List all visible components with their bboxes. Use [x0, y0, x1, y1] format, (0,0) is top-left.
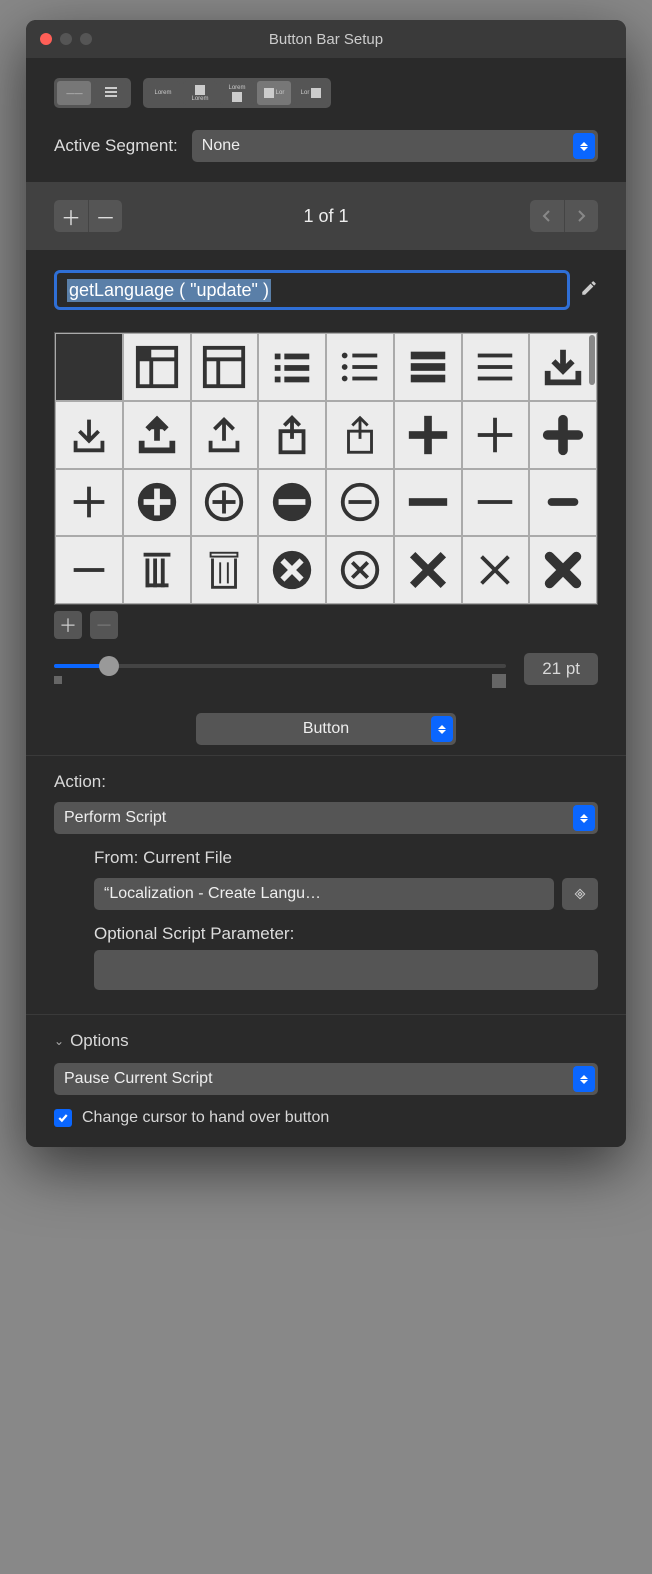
add-icon-button[interactable]: ＋ — [54, 611, 82, 639]
nav-group — [530, 200, 598, 232]
icon-cell[interactable] — [394, 469, 462, 537]
icon-cell[interactable] — [123, 469, 191, 537]
label-pos-5[interactable]: Lor — [294, 81, 328, 105]
add-remove-group: ＋ － — [54, 200, 122, 232]
icon-cell[interactable] — [258, 333, 326, 401]
label-pos-3[interactable]: Lorem — [220, 81, 254, 105]
window-title: Button Bar Setup — [26, 31, 626, 48]
select-arrows-icon — [573, 1066, 595, 1092]
icon-cell[interactable] — [326, 401, 394, 469]
active-segment-label: Active Segment: — [54, 136, 178, 156]
next-segment-button[interactable] — [564, 200, 598, 232]
label-position-segment[interactable]: Lorem Lorem Lorem Lor Lor — [143, 78, 331, 108]
label-pos-4[interactable]: Lor — [257, 81, 291, 105]
active-segment-select[interactable]: None — [192, 130, 598, 162]
from-value: Current File — [143, 848, 232, 867]
add-segment-button[interactable]: ＋ — [54, 200, 88, 232]
cursor-checkbox-row[interactable]: Change cursor to hand over button — [54, 1109, 598, 1127]
pager-row: ＋ － 1 of 1 — [54, 200, 598, 232]
icon-cell[interactable] — [462, 469, 530, 537]
pause-script-value: Pause Current Script — [64, 1070, 213, 1088]
action-select[interactable]: Perform Script — [54, 802, 598, 834]
icon-cell[interactable] — [258, 401, 326, 469]
titlebar: Button Bar Setup — [26, 20, 626, 58]
icon-cell[interactable] — [529, 536, 597, 604]
icon-grid-scrollbar[interactable] — [589, 335, 595, 385]
horizontal-orientation-button[interactable] — [57, 81, 91, 105]
button-bar-setup-window: Button Bar Setup Lorem Lorem Lorem Lor L… — [26, 20, 626, 1147]
icon-add-remove-row: ＋ － — [54, 611, 598, 639]
icon-cell[interactable] — [191, 333, 259, 401]
remove-segment-button[interactable]: － — [88, 200, 122, 232]
pause-script-select[interactable]: Pause Current Script — [54, 1063, 598, 1095]
icon-cell[interactable] — [191, 469, 259, 537]
icon-cell[interactable] — [462, 333, 530, 401]
label-pos-1[interactable]: Lorem — [146, 81, 180, 105]
icon-grid[interactable] — [54, 332, 598, 605]
icon-cell[interactable] — [55, 333, 123, 401]
icon-size-slider[interactable] — [54, 654, 506, 684]
element-type-select[interactable]: Button — [196, 713, 456, 745]
icon-cell[interactable] — [529, 469, 597, 537]
remove-icon-button[interactable]: － — [90, 611, 118, 639]
action-value: Perform Script — [64, 809, 166, 827]
vertical-orientation-button[interactable] — [94, 81, 128, 105]
from-label: From: — [94, 848, 138, 867]
prev-segment-button[interactable] — [530, 200, 564, 232]
icon-cell[interactable] — [258, 469, 326, 537]
icon-cell[interactable] — [326, 536, 394, 604]
icon-cell[interactable] — [462, 536, 530, 604]
icon-cell[interactable] — [123, 401, 191, 469]
icon-cell[interactable] — [55, 469, 123, 537]
icon-size-row: 21 pt — [54, 653, 598, 685]
icon-cell[interactable] — [529, 401, 597, 469]
options-label: Options — [70, 1031, 129, 1051]
label-pos-2[interactable]: Lorem — [183, 81, 217, 105]
icon-cell[interactable] — [394, 401, 462, 469]
slider-min-icon — [54, 676, 62, 684]
script-picker-button[interactable] — [562, 878, 598, 910]
icon-cell[interactable] — [191, 401, 259, 469]
icon-picker — [54, 332, 598, 605]
script-select[interactable]: “Localization - Create Langu… — [94, 878, 554, 910]
icon-cell[interactable] — [123, 333, 191, 401]
icon-cell[interactable] — [326, 333, 394, 401]
segment-counter: 1 of 1 — [303, 206, 348, 227]
layout-style-row: Lorem Lorem Lorem Lor Lor — [54, 78, 598, 108]
segment-name-input[interactable]: getLanguage ( "update" ) — [54, 270, 570, 310]
cursor-checkbox-label: Change cursor to hand over button — [82, 1109, 329, 1127]
icon-cell[interactable] — [55, 536, 123, 604]
segment-name-value: getLanguage ( "update" ) — [67, 279, 271, 302]
select-arrows-icon — [573, 805, 595, 831]
element-type-value: Button — [303, 720, 349, 738]
icon-cell[interactable] — [394, 333, 462, 401]
action-label: Action: — [54, 772, 598, 792]
script-parameter-input[interactable] — [94, 950, 598, 990]
script-name-value: “Localization - Create Langu… — [104, 885, 321, 903]
icon-size-display: 21 pt — [524, 653, 598, 685]
param-label: Optional Script Parameter: — [94, 924, 598, 944]
icon-cell[interactable] — [394, 536, 462, 604]
slider-max-icon — [492, 674, 506, 688]
chevron-down-icon: ⌄ — [54, 1034, 64, 1048]
edit-name-button[interactable] — [580, 279, 598, 302]
cursor-checkbox[interactable] — [54, 1109, 72, 1127]
icon-cell[interactable] — [55, 401, 123, 469]
select-arrows-icon — [431, 716, 453, 742]
orientation-segment[interactable] — [54, 78, 131, 108]
select-arrows-icon — [573, 133, 595, 159]
options-header[interactable]: ⌄ Options — [54, 1031, 598, 1051]
icon-cell[interactable] — [326, 469, 394, 537]
active-segment-row: Active Segment: None — [54, 130, 598, 162]
slider-thumb[interactable] — [99, 656, 119, 676]
from-row: From: Current File — [94, 848, 598, 868]
icon-cell[interactable] — [462, 401, 530, 469]
name-row: getLanguage ( "update" ) — [54, 270, 598, 310]
active-segment-value: None — [202, 137, 240, 155]
icon-cell[interactable] — [258, 536, 326, 604]
icon-cell[interactable] — [123, 536, 191, 604]
icon-cell[interactable] — [529, 333, 597, 401]
icon-cell[interactable] — [191, 536, 259, 604]
